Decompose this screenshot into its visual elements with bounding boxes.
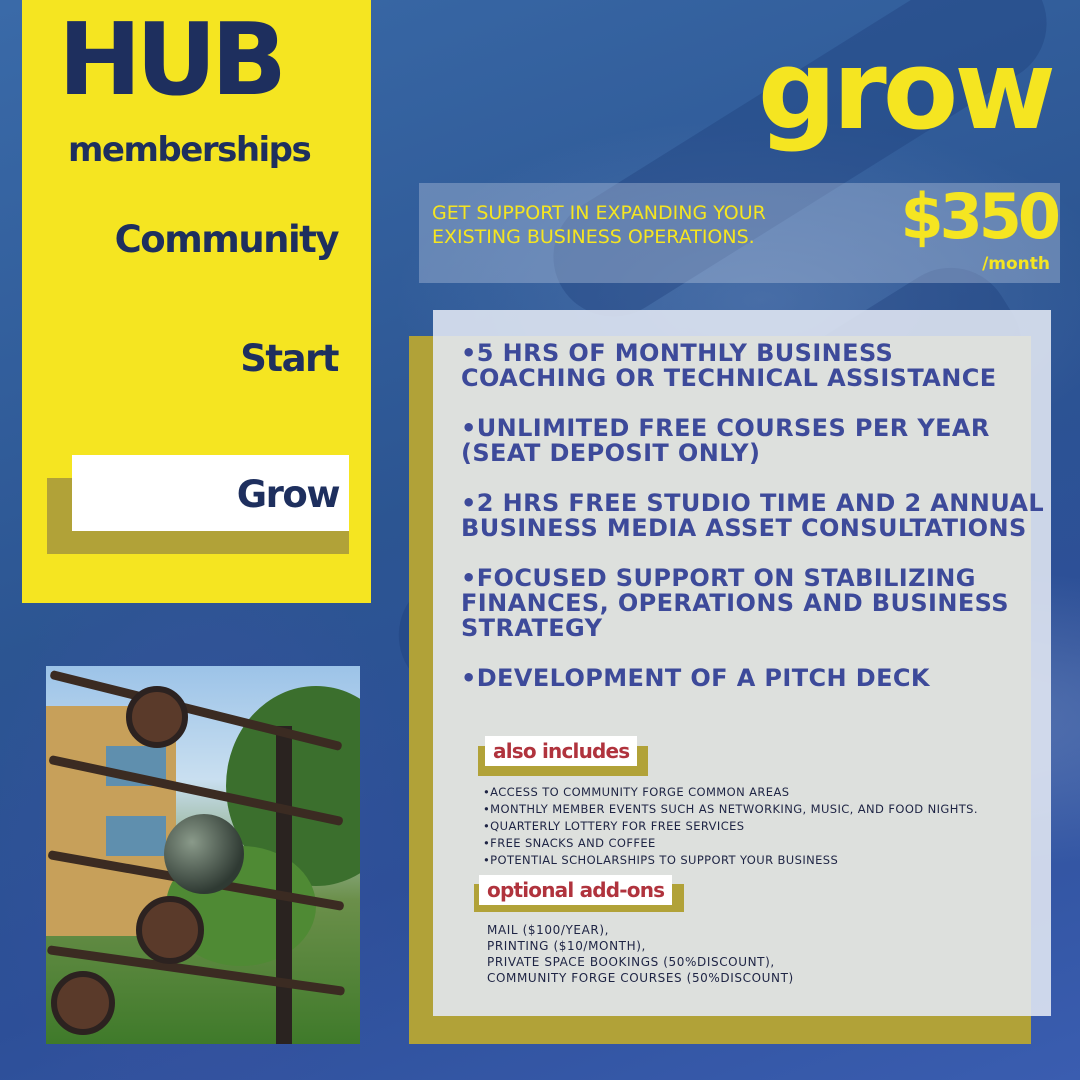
optional-addons-label: optional add-ons [479,875,673,905]
feature-item: •UNLIMITED FREE COURSES PER YEAR (SEAT D… [461,414,990,467]
tier-grow-selected[interactable]: Grow [72,455,349,531]
sculpture-wheel [136,896,204,964]
building-window [106,816,166,856]
list-item: •ACCESS TO COMMUNITY FORGE COMMON AREAS [483,785,790,799]
list-item: •MONTHLY MEMBER EVENTS SUCH AS NETWORKIN… [483,802,978,816]
feature-list: •5 HRS OF MONTHLY BUSINESS COACHING OR T… [461,341,1046,716]
plan-period: /month [982,254,1050,274]
list-item: COMMUNITY FORGE COURSES (50%DISCOUNT) [487,971,794,985]
tier-community[interactable]: Community [22,218,340,261]
sculpture-wheel [126,686,188,748]
brand-subtitle: memberships [68,130,312,170]
plan-name: grow [757,26,1056,154]
list-item: PRIVATE SPACE BOOKINGS (50%DISCOUNT), [487,955,775,969]
feature-item: •DEVELOPMENT OF A PITCH DECK [461,664,930,692]
feature-item: •5 HRS OF MONTHLY BUSINESS COACHING OR T… [461,339,997,392]
feature-item: •FOCUSED SUPPORT ON STABILIZING FINANCES… [461,564,1009,642]
sculpture-wheel [51,971,115,1035]
brand-title: HUB [58,1,287,118]
list-item: MAIL ($100/YEAR), [487,923,610,937]
sculpture-ball [164,814,244,894]
feature-item: •2 HRS FREE STUDIO TIME AND 2 ANNUAL BUS… [461,489,1045,542]
tier-start[interactable]: Start [22,337,339,380]
abacus-sculpture-photo [46,666,360,1044]
list-item: •QUARTERLY LOTTERY FOR FREE SERVICES [483,819,745,833]
plan-tagline: GET SUPPORT IN EXPANDING YOUR EXISTING B… [432,202,766,248]
list-item: •POTENTIAL SCHOLARSHIPS TO SUPPORT YOUR … [483,853,839,867]
optional-addons-list: MAIL ($100/YEAR), PRINTING ($10/MONTH), … [487,922,794,986]
plan-price: $350 [900,180,1061,253]
also-includes-list: •ACCESS TO COMMUNITY FORGE COMMON AREAS … [483,784,978,869]
list-item: •FREE SNACKS AND COFFEE [483,836,656,850]
sculpture-post [276,726,292,1044]
also-includes-label: also includes [485,736,638,766]
list-item: PRINTING ($10/MONTH), [487,939,646,953]
